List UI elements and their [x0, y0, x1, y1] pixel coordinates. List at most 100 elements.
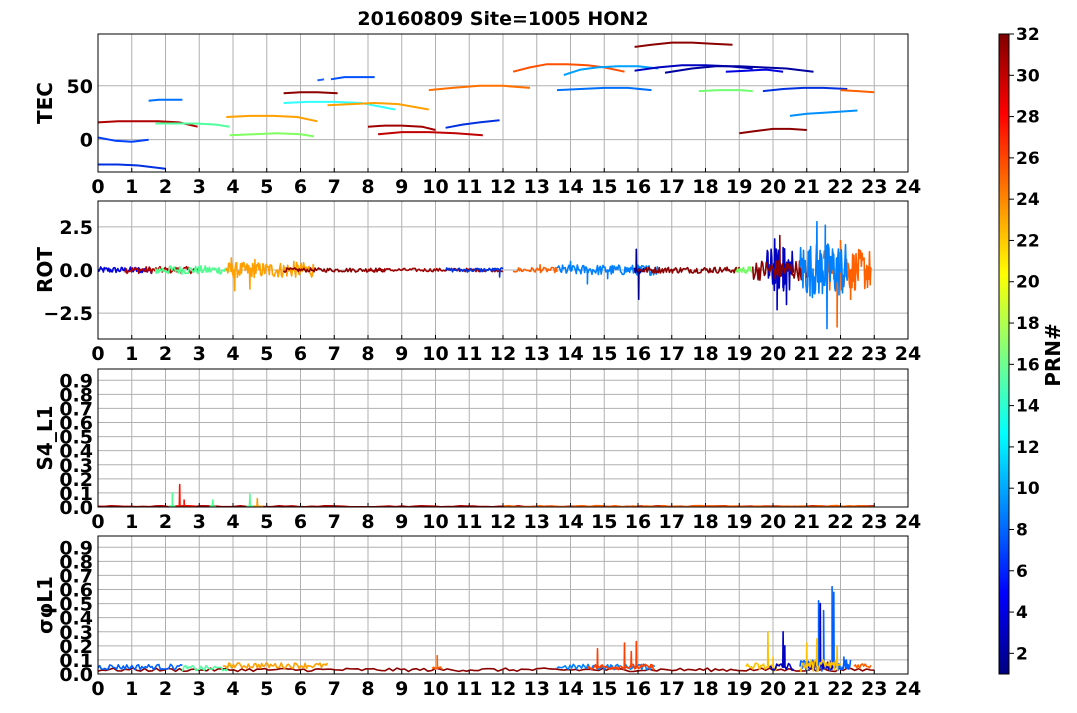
x-tick-label: 3 — [193, 176, 206, 198]
x-tick-label: 10 — [422, 176, 448, 198]
series-group — [98, 220, 872, 330]
x-tick-label: 20 — [760, 511, 786, 533]
series-line — [751, 234, 808, 282]
x-tick-label: 4 — [226, 511, 239, 533]
x-tick-label: 17 — [659, 176, 685, 198]
series-line — [246, 493, 254, 507]
series-line — [840, 89, 875, 94]
x-tick-label: 23 — [861, 678, 887, 700]
series-line — [428, 84, 531, 92]
x-tick-label: 12 — [490, 678, 516, 700]
x-tick-label: 14 — [557, 511, 583, 533]
x-tick-label: 24 — [895, 511, 921, 533]
x-tick-label: 10 — [422, 678, 448, 700]
x-tick-label: 2 — [159, 511, 172, 533]
x-tick-label: 11 — [456, 176, 482, 198]
series-line — [634, 41, 733, 48]
x-tick-label: 18 — [692, 343, 718, 365]
colorbar-tick-label: 20 — [1016, 273, 1040, 293]
grid — [97, 536, 909, 675]
series-line — [853, 663, 872, 670]
x-tick-label: 17 — [659, 343, 685, 365]
x-tick-label: 23 — [861, 176, 887, 198]
x-tick-label: 16 — [625, 678, 651, 700]
colorbar-label: PRN# — [1041, 323, 1065, 387]
x-tick-label: 24 — [895, 678, 921, 700]
figure-title: 20160809 Site=1005 HON2 — [357, 8, 648, 30]
panel-1: 0 1 2 3 4 5 6 7 8 9 10 11 12 13 14 15 16 17 18 19 20 21 22 23 24… — [33, 33, 921, 198]
series-line — [789, 109, 858, 117]
x-tick-label: 6 — [294, 678, 307, 700]
x-tick-label: 12 — [490, 343, 516, 365]
series-line — [762, 86, 848, 93]
x-tick-label: 11 — [456, 511, 482, 533]
x-tick-label: 19 — [726, 343, 752, 365]
x-tick-label: 5 — [260, 511, 273, 533]
x-tick-label: 20 — [760, 343, 786, 365]
series-line — [444, 267, 504, 278]
series-line — [637, 266, 741, 274]
x-tick-label: 11 — [456, 678, 482, 700]
series-group — [98, 585, 875, 673]
series-line — [226, 114, 318, 123]
x-tick-label: 4 — [226, 678, 239, 700]
x-tick-label: 23 — [861, 511, 887, 533]
panel-3: 0 1 2 3 4 5 6 7 8 9 10 11 12 13 14 15 16 17 18 19 20 21 22 23 24… — [33, 368, 921, 533]
panel-4: 0 1 2 3 4 5 6 7 8 9 10 11 12 13 14 15 16 17 18 19 20 21 22 23 24… — [33, 535, 921, 700]
x-tick-label: 16 — [625, 176, 651, 198]
x-tick-label: 9 — [395, 176, 408, 198]
x-tick-label: 12 — [490, 176, 516, 198]
colorbar-tick-label: 22 — [1016, 231, 1040, 251]
x-tick-label: 7 — [328, 678, 341, 700]
colorbar-tick-label: 8 — [1016, 520, 1028, 540]
colorbar-tick-label: 32 — [1016, 25, 1040, 45]
colorbar-tick-label: 4 — [1016, 603, 1028, 623]
x-tick-label: 1 — [125, 343, 138, 365]
x-tick-label: 15 — [591, 511, 617, 533]
x-tick-label: 3 — [193, 678, 206, 700]
colorbar-tick-label: 10 — [1016, 479, 1040, 499]
colorbar-tick-label: 6 — [1016, 562, 1028, 582]
y-tick-label: 0.0 — [59, 260, 93, 282]
colorbar-tick-label: 18 — [1016, 314, 1040, 334]
x-tick-label: 12 — [490, 511, 516, 533]
x-tick-label: 21 — [794, 511, 820, 533]
colorbar-tick-label: 14 — [1016, 397, 1040, 417]
x-tick-label: 2 — [159, 343, 172, 365]
x-tick-label: 0 — [91, 343, 104, 365]
series-line — [698, 89, 753, 93]
series-line — [431, 654, 443, 670]
x-tick-label: 21 — [794, 678, 820, 700]
x-tick-label: 22 — [827, 343, 853, 365]
series-line — [556, 260, 660, 285]
x-tick-label: 24 — [895, 176, 921, 198]
y-tick-label: −2.5 — [43, 303, 93, 325]
x-tick-label: 18 — [692, 511, 718, 533]
x-tick-label: 6 — [294, 343, 307, 365]
x-tick-label: 9 — [395, 511, 408, 533]
x-tick-label: 9 — [395, 678, 408, 700]
colorbar-tick-label: 30 — [1016, 66, 1040, 86]
x-tick-label: 5 — [260, 678, 273, 700]
x-tick-label: 14 — [557, 678, 583, 700]
x-tick-label: 6 — [294, 176, 307, 198]
series-line — [563, 65, 659, 76]
x-tick-label: 19 — [726, 678, 752, 700]
x-tick-label: 8 — [361, 343, 374, 365]
x-tick-label: 9 — [395, 343, 408, 365]
x-tick-label: 5 — [260, 343, 273, 365]
series-line — [253, 497, 264, 507]
x-tick-label: 4 — [226, 176, 239, 198]
y-tick-label: 0.9 — [59, 370, 93, 392]
colorbar-tick-label: 16 — [1016, 355, 1040, 375]
colorbar-gradient — [998, 33, 1010, 675]
x-tick-label: 20 — [760, 678, 786, 700]
x-tick-label: 17 — [659, 511, 685, 533]
x-tick-label: 22 — [827, 678, 853, 700]
y-axis-label: σφL1 — [33, 576, 57, 634]
x-tick-label: 6 — [294, 511, 307, 533]
tec-figure: 20160809 Site=1005 HON2 0 1 2 3 4 5 6 7 8 9 10 11 12… — [0, 0, 1077, 709]
x-tick-label: 20 — [760, 176, 786, 198]
x-tick-label: 23 — [861, 343, 887, 365]
x-tick-label: 2 — [159, 176, 172, 198]
